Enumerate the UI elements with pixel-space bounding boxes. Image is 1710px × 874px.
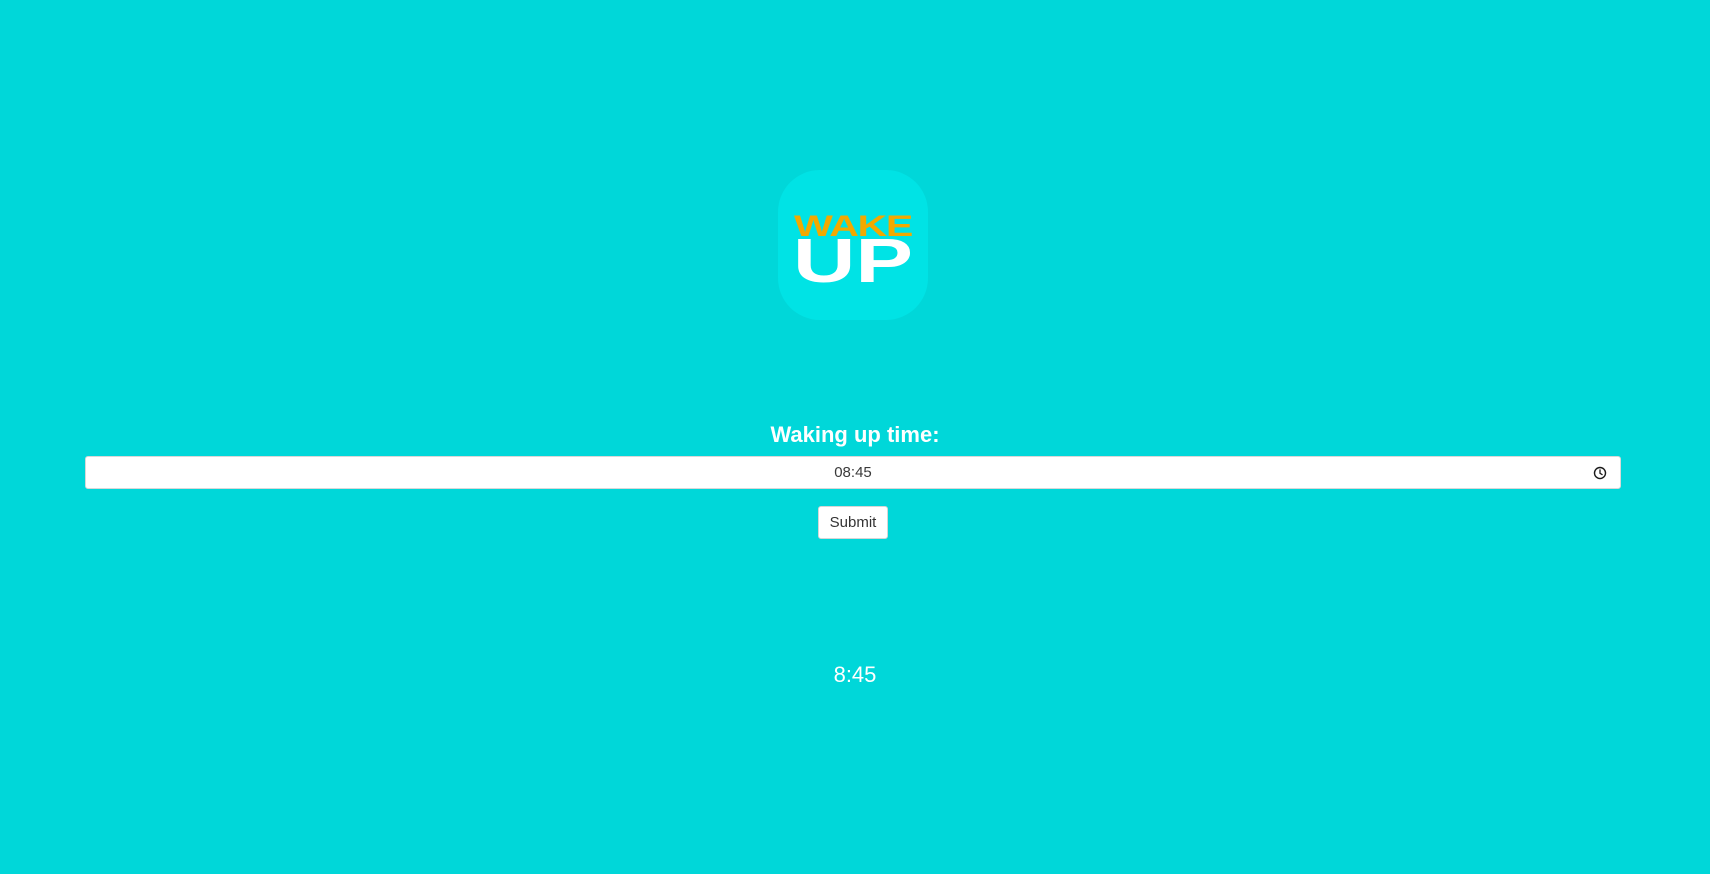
time-input-value: 08:45: [834, 464, 872, 481]
wake-time-form: Waking up time: 08:45 Submit: [0, 420, 1710, 539]
result-time: 8:45: [833, 662, 877, 687]
waking-time-label: Waking up time:: [770, 422, 940, 447]
page: WAKE UP Waking up time: 08:45 Submit 8:4…: [0, 0, 1710, 874]
wake-up-logo: WAKE UP: [778, 170, 928, 320]
clock-icon[interactable]: [1593, 466, 1607, 480]
time-input[interactable]: 08:45: [85, 456, 1621, 489]
logo-up-text: UP: [793, 227, 913, 296]
submit-button[interactable]: Submit: [818, 506, 888, 539]
